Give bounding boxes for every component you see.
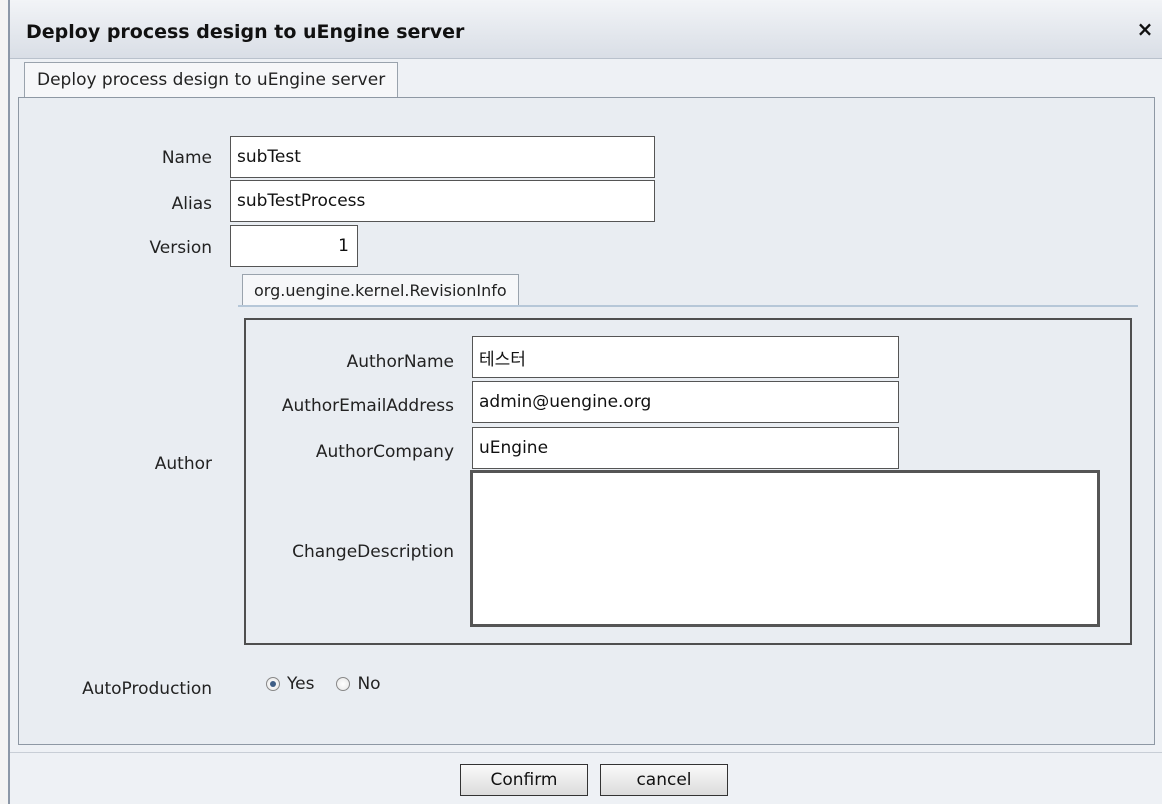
cancel-button[interactable]: cancel — [600, 764, 728, 796]
footer-divider — [10, 752, 1162, 753]
auto-production-label: AutoProduction — [82, 679, 212, 699]
author-company-field[interactable] — [472, 427, 899, 469]
radio-yes[interactable] — [266, 677, 280, 691]
author-email-label: AuthorEmailAddress — [281, 396, 454, 416]
confirm-button[interactable]: Confirm — [460, 764, 588, 796]
alias-label: Alias — [171, 194, 212, 214]
name-field[interactable] — [230, 136, 655, 178]
alias-field[interactable] — [230, 180, 655, 222]
close-icon[interactable]: × — [1134, 18, 1156, 40]
radio-yes-label: Yes — [287, 674, 315, 694]
author-label: Author — [154, 454, 212, 474]
author-email-field[interactable] — [472, 381, 899, 423]
tab-deploy[interactable]: Deploy process design to uEngine server — [24, 62, 399, 98]
change-description-label: ChangeDescription — [292, 542, 454, 562]
radio-no[interactable] — [336, 677, 351, 691]
deploy-dialog: Deploy process design to uEngine server … — [8, 0, 1162, 804]
radio-no-label: No — [357, 674, 381, 694]
name-label: Name — [161, 148, 212, 168]
version-field[interactable] — [230, 225, 358, 267]
subtab-divider — [238, 305, 1138, 307]
version-label: Version — [149, 238, 212, 258]
change-description-field[interactable] — [470, 470, 1100, 627]
tab-revision-info[interactable]: org.uengine.kernel.RevisionInfo — [242, 274, 519, 306]
author-name-field[interactable] — [472, 336, 899, 378]
author-company-label: AuthorCompany — [315, 442, 454, 462]
author-name-label: AuthorName — [346, 352, 454, 372]
title-bar: Deploy process design to uEngine server … — [10, 0, 1162, 59]
dialog-title: Deploy process design to uEngine server — [26, 21, 465, 43]
auto-production-radio-group: Yes No — [266, 672, 403, 696]
